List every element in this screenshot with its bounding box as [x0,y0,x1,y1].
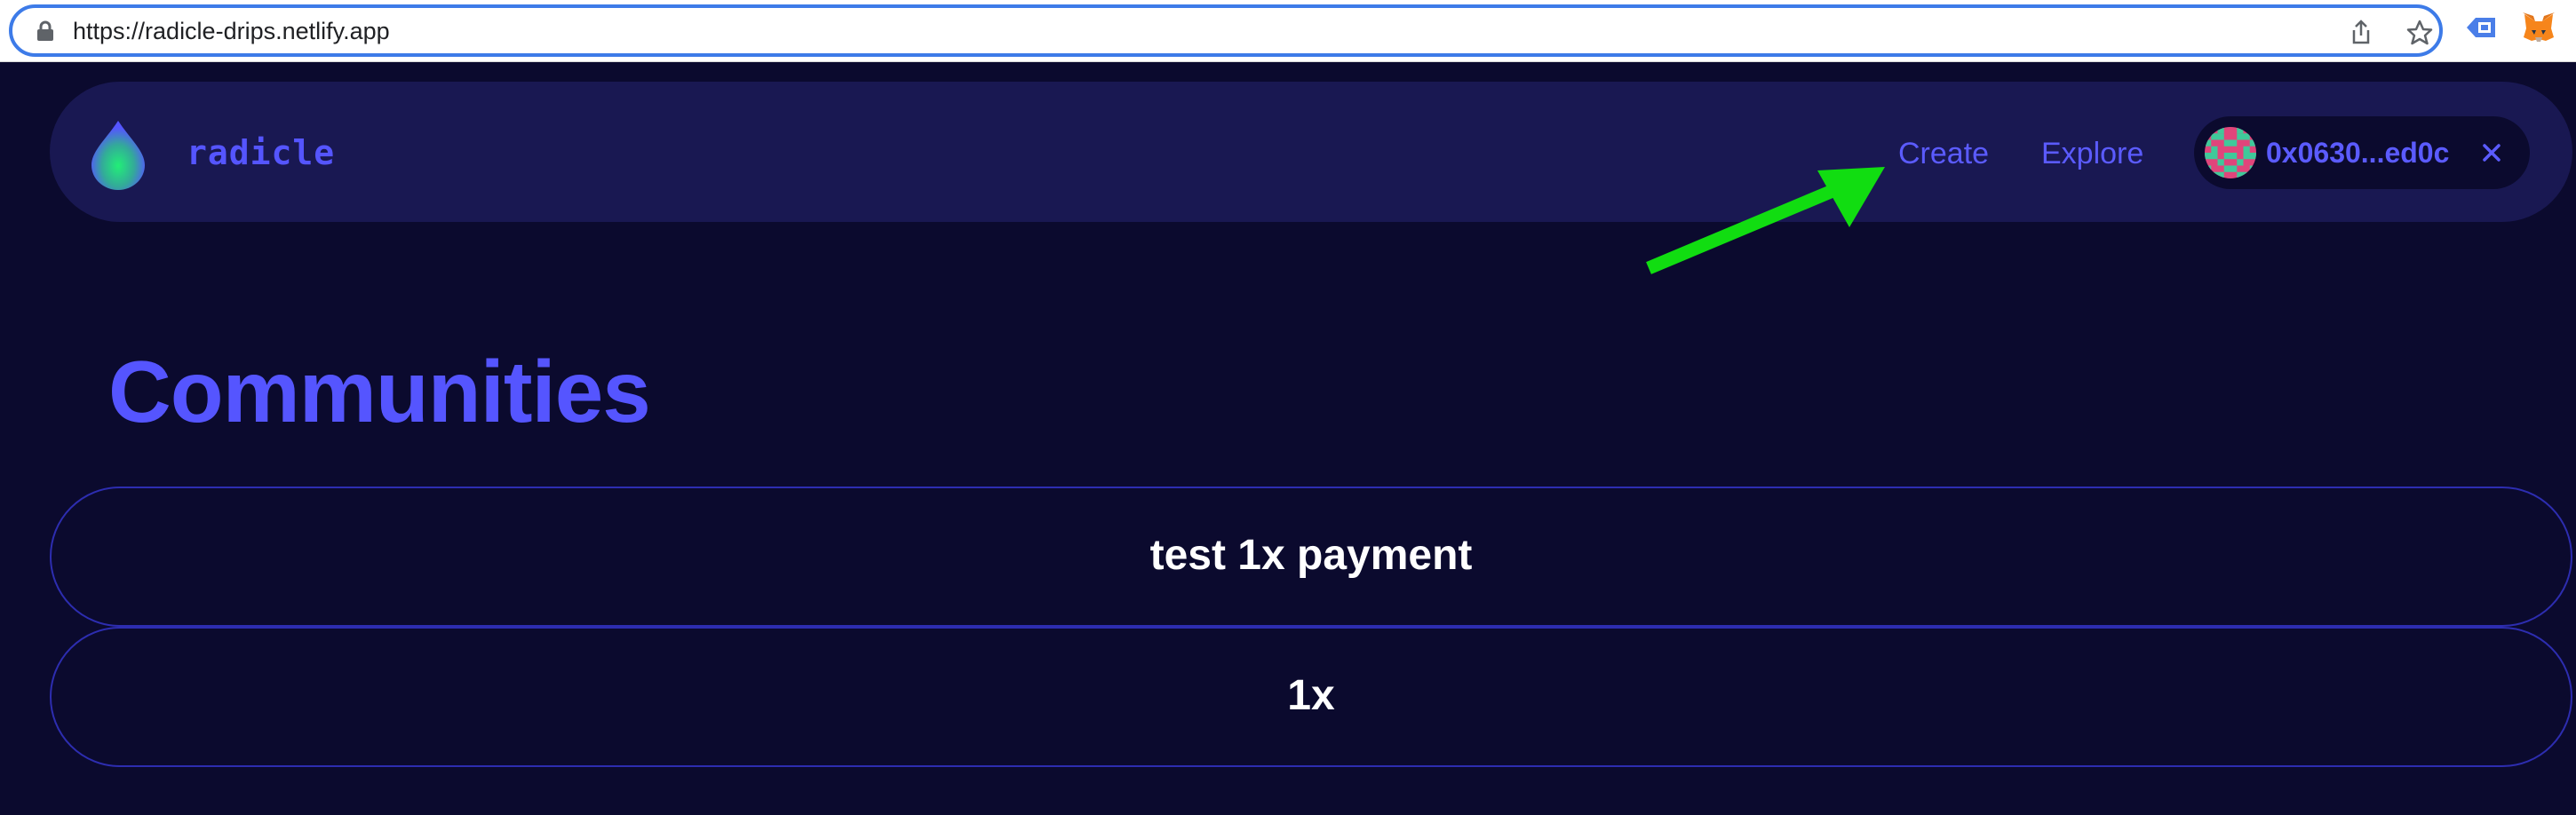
radicle-logo-icon[interactable] [89,119,147,190]
avatar [2205,127,2256,178]
star-icon[interactable] [2405,19,2434,47]
community-card[interactable]: 1x [50,627,2572,767]
url-text[interactable]: https://radicle-drips.netlify.app [73,17,390,45]
browser-toolbar: https://radicle-drips.netlify.app [0,0,2576,62]
close-icon[interactable] [2477,138,2507,168]
page-title: Communities [108,343,651,440]
community-name: test 1x payment [1149,532,1473,579]
share-icon[interactable] [2347,19,2375,47]
extension-icon[interactable] [2465,14,2497,41]
community-card[interactable]: test 1x payment [50,487,2572,627]
annotation-arrow-icon [1646,167,1885,274]
nav-create-link[interactable]: Create [1898,136,1989,171]
logo-text[interactable]: radicle [187,133,335,172]
wallet-address[interactable]: 0x0630...ed0c [2266,136,2449,170]
address-bar[interactable]: https://radicle-drips.netlify.app [9,4,2443,57]
lock-icon [37,20,53,41]
nav-explore-link[interactable]: Explore [2041,136,2143,171]
metamask-fox-icon[interactable] [2521,11,2556,44]
community-name: 1x [1287,672,1335,719]
